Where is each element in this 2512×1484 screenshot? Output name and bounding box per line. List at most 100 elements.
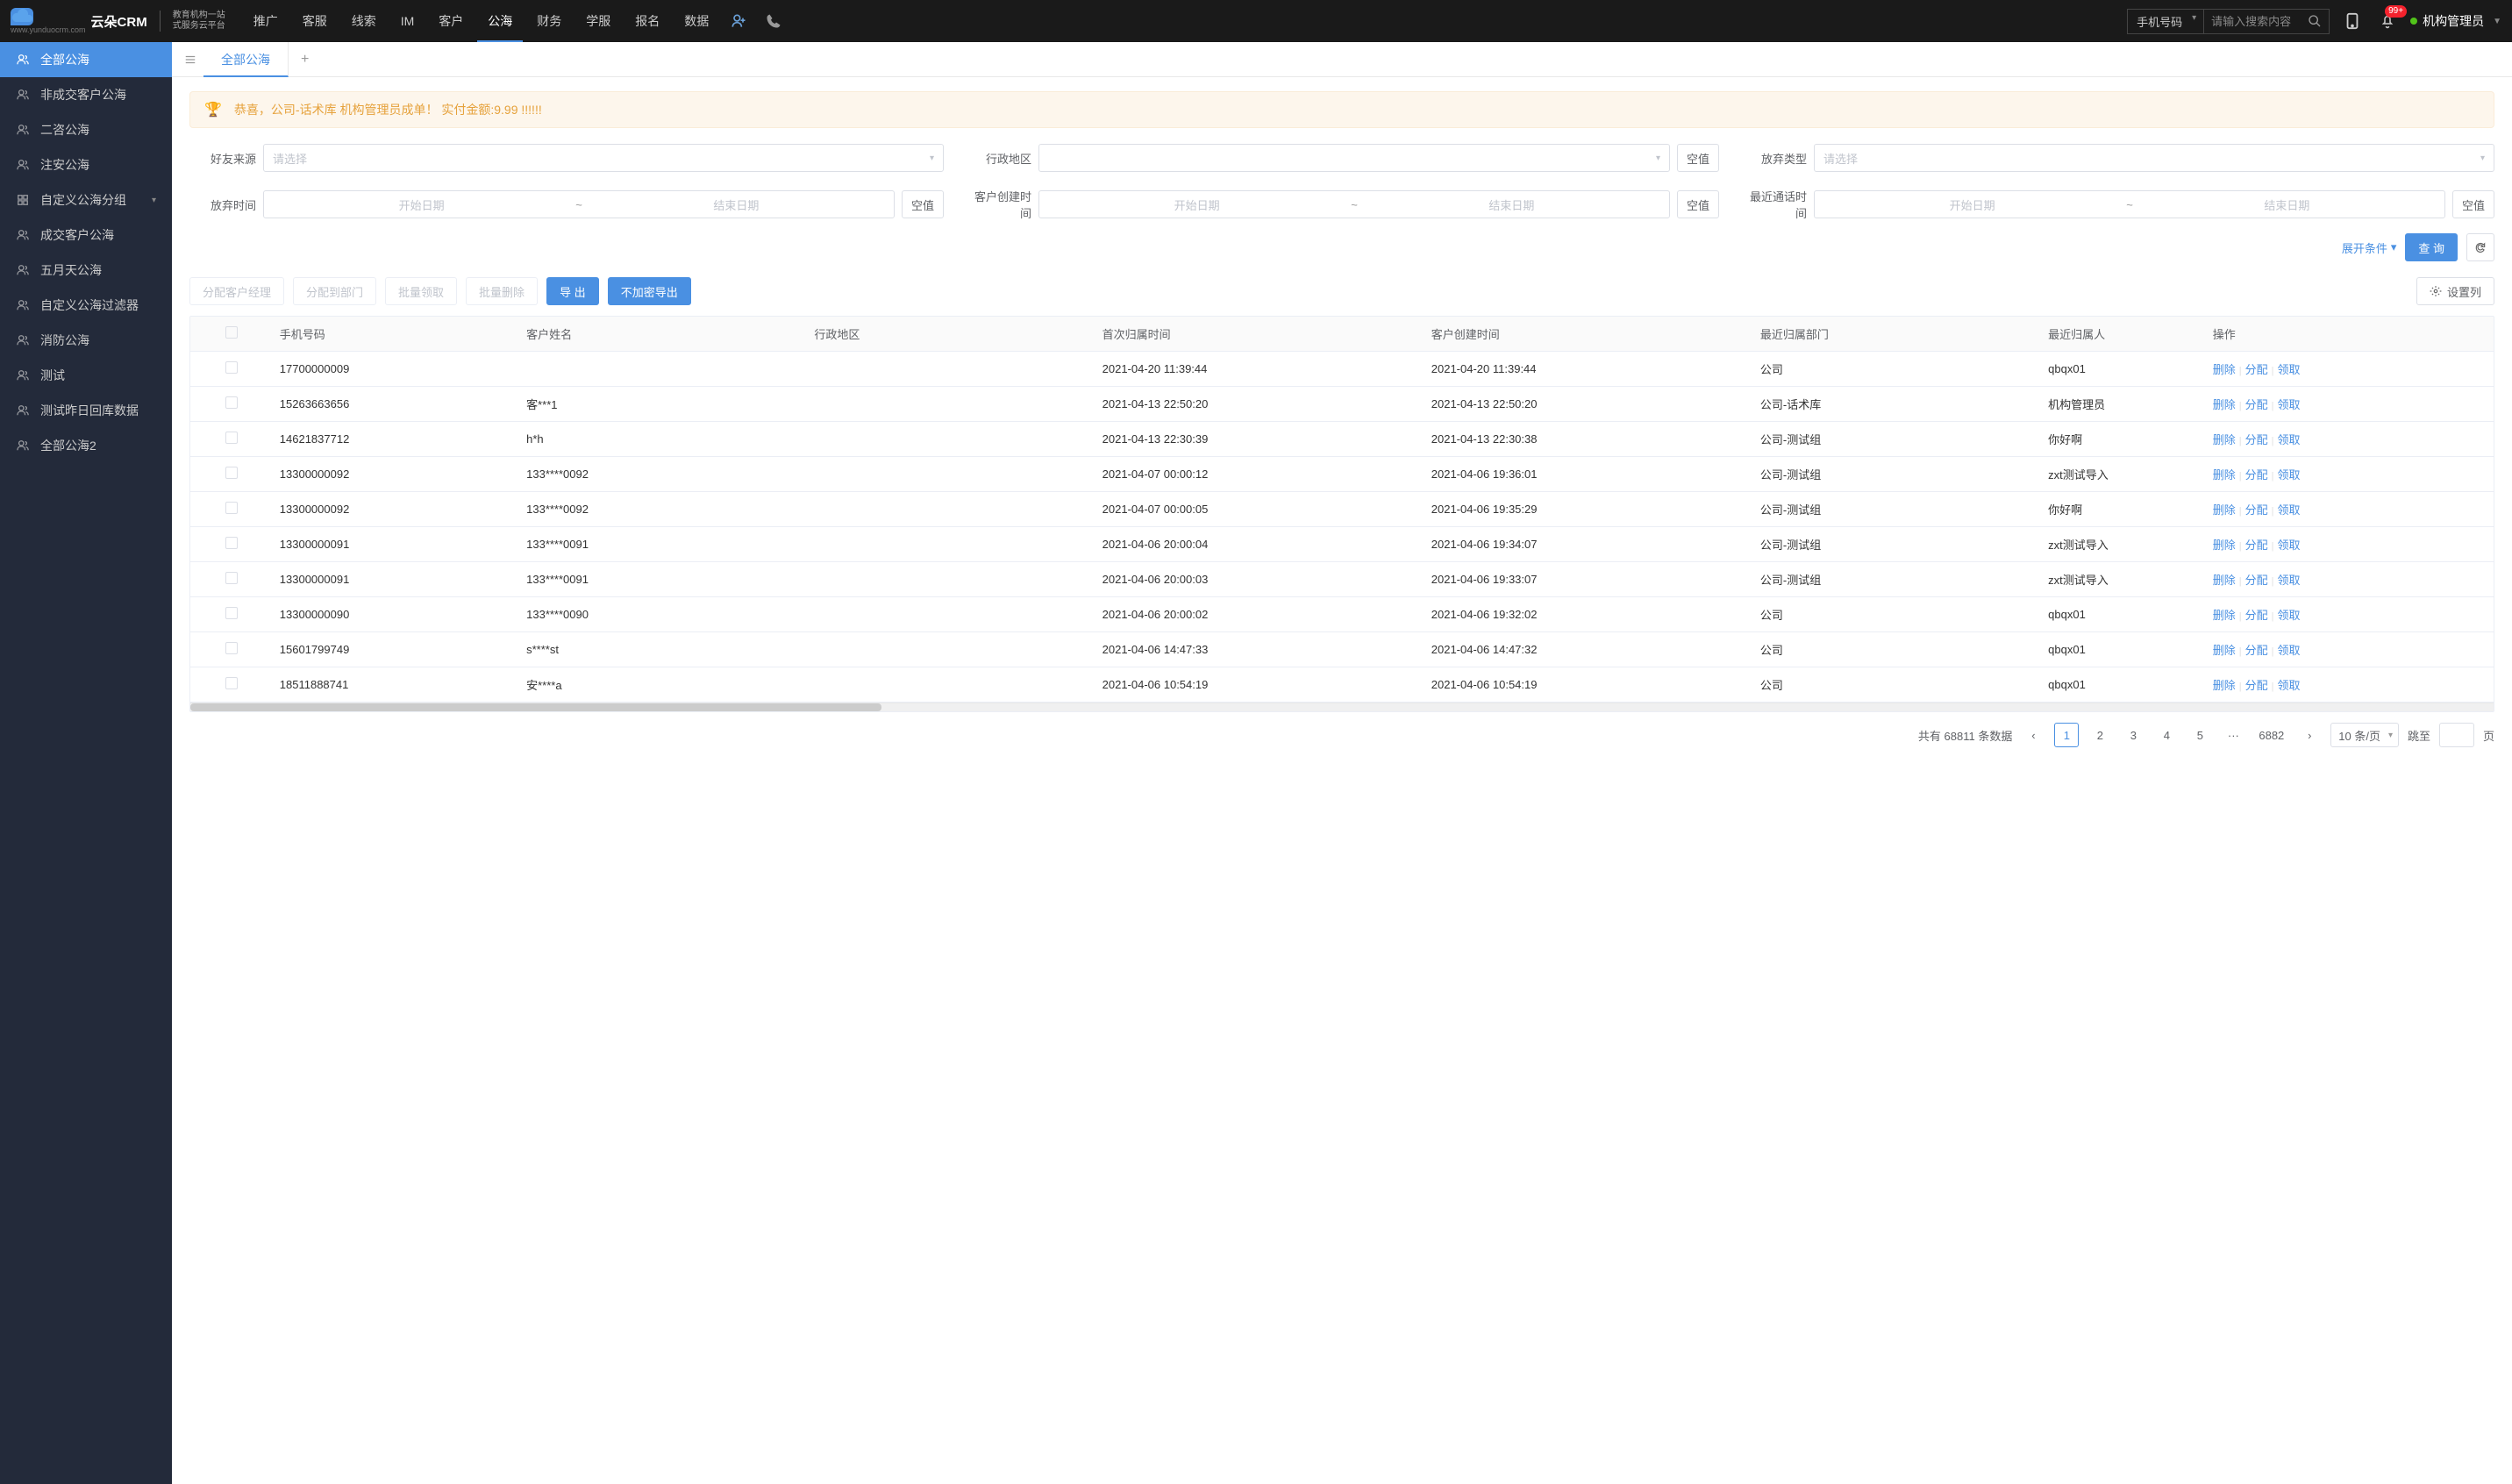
sidebar-item[interactable]: 全部公海2 <box>0 428 172 463</box>
sidebar-item[interactable]: 成交客户公海 <box>0 218 172 253</box>
row-checkbox[interactable] <box>225 537 238 549</box>
assign-link[interactable]: 分配 <box>2245 468 2268 482</box>
assign-link[interactable]: 分配 <box>2245 679 2268 692</box>
last-call-time-range[interactable]: 开始日期~结束日期 <box>1814 190 2445 218</box>
bell-icon[interactable]: 99+ <box>2375 9 2400 33</box>
abandon-time-range[interactable]: 开始日期~结束日期 <box>263 190 895 218</box>
row-checkbox[interactable] <box>225 432 238 444</box>
tab-all-sea[interactable]: 全部公海 <box>203 42 289 77</box>
delete-link[interactable]: 删除 <box>2213 503 2236 517</box>
row-checkbox[interactable] <box>225 572 238 584</box>
page-3[interactable]: 3 <box>2121 723 2145 747</box>
batch-delete-button[interactable]: 批量删除 <box>466 277 538 305</box>
admin-region-select[interactable]: ▾ <box>1038 144 1670 172</box>
topnav-item[interactable]: 线索 <box>341 0 387 42</box>
search-button[interactable] <box>2301 11 2329 32</box>
export-plain-button[interactable]: 不加密导出 <box>608 277 691 305</box>
friend-source-select[interactable]: 请选择▾ <box>263 144 944 172</box>
search-type-select[interactable]: 手机号码 <box>2128 10 2204 33</box>
prev-page-button[interactable]: ‹ <box>2021 723 2045 747</box>
delete-link[interactable]: 删除 <box>2213 574 2236 587</box>
customer-create-null-button[interactable]: 空值 <box>1677 190 1719 218</box>
sidebar-item[interactable]: 消防公海 <box>0 323 172 358</box>
delete-link[interactable]: 删除 <box>2213 679 2236 692</box>
row-checkbox[interactable] <box>225 396 238 409</box>
assign-link[interactable]: 分配 <box>2245 644 2268 657</box>
delete-link[interactable]: 删除 <box>2213 539 2236 552</box>
assign-link[interactable]: 分配 <box>2245 609 2268 622</box>
refresh-button[interactable] <box>2466 233 2494 261</box>
export-button[interactable]: 导 出 <box>546 277 599 305</box>
horizontal-scrollbar[interactable] <box>190 703 2494 711</box>
tab-list-icon[interactable] <box>177 54 203 66</box>
topnav-item[interactable]: 数据 <box>674 0 719 42</box>
topnav-item[interactable]: 学服 <box>575 0 621 42</box>
next-page-button[interactable]: › <box>2297 723 2322 747</box>
delete-link[interactable]: 删除 <box>2213 398 2236 411</box>
claim-link[interactable]: 领取 <box>2277 468 2300 482</box>
assign-link[interactable]: 分配 <box>2245 363 2268 376</box>
topnav-item[interactable]: IM <box>390 0 425 42</box>
logo[interactable]: www.yunduocrm.com 云朵CRM 教育机构一站 式服务云平台 <box>11 8 225 34</box>
row-checkbox[interactable] <box>225 502 238 514</box>
sidebar-item[interactable]: 测试 <box>0 358 172 393</box>
row-checkbox[interactable] <box>225 642 238 654</box>
sidebar-item[interactable]: 全部公海 <box>0 42 172 77</box>
claim-link[interactable]: 领取 <box>2277 679 2300 692</box>
page-last[interactable]: 6882 <box>2254 723 2288 747</box>
claim-link[interactable]: 领取 <box>2277 433 2300 446</box>
abandon-type-select[interactable]: 请选择▾ <box>1814 144 2494 172</box>
delete-link[interactable]: 删除 <box>2213 644 2236 657</box>
row-checkbox[interactable] <box>225 677 238 689</box>
row-checkbox[interactable] <box>225 361 238 374</box>
customer-create-time-range[interactable]: 开始日期~结束日期 <box>1038 190 1670 218</box>
batch-claim-button[interactable]: 批量领取 <box>385 277 457 305</box>
page-2[interactable]: 2 <box>2087 723 2112 747</box>
set-columns-button[interactable]: 设置列 <box>2416 277 2494 305</box>
sidebar-item[interactable]: 注安公海 <box>0 147 172 182</box>
assign-manager-button[interactable]: 分配客户经理 <box>189 277 284 305</box>
page-4[interactable]: 4 <box>2154 723 2179 747</box>
claim-link[interactable]: 领取 <box>2277 503 2300 517</box>
sidebar-item[interactable]: 五月天公海 <box>0 253 172 288</box>
topnav-item[interactable]: 客户 <box>428 0 474 42</box>
delete-link[interactable]: 删除 <box>2213 468 2236 482</box>
sidebar-item[interactable]: 自定义公海分组▾ <box>0 182 172 218</box>
row-checkbox[interactable] <box>225 467 238 479</box>
delete-link[interactable]: 删除 <box>2213 363 2236 376</box>
claim-link[interactable]: 领取 <box>2277 539 2300 552</box>
assign-link[interactable]: 分配 <box>2245 503 2268 517</box>
user-menu[interactable]: 机构管理员 ▼ <box>2410 12 2501 30</box>
delete-link[interactable]: 删除 <box>2213 433 2236 446</box>
claim-link[interactable]: 领取 <box>2277 644 2300 657</box>
assign-link[interactable]: 分配 <box>2245 574 2268 587</box>
sidebar-item[interactable]: 测试昨日回库数据 <box>0 393 172 428</box>
assign-link[interactable]: 分配 <box>2245 433 2268 446</box>
phone-icon[interactable] <box>761 9 786 33</box>
claim-link[interactable]: 领取 <box>2277 398 2300 411</box>
assign-link[interactable]: 分配 <box>2245 539 2268 552</box>
topnav-item[interactable]: 推广 <box>243 0 289 42</box>
select-all-checkbox[interactable] <box>225 326 238 339</box>
topnav-item[interactable]: 财务 <box>526 0 572 42</box>
delete-link[interactable]: 删除 <box>2213 609 2236 622</box>
topnav-item[interactable]: 报名 <box>624 0 670 42</box>
expand-filters-link[interactable]: 展开条件▾ <box>2342 239 2397 256</box>
page-size-select[interactable]: 10 条/页 <box>2330 723 2399 747</box>
page-5[interactable]: 5 <box>2187 723 2212 747</box>
row-checkbox[interactable] <box>225 607 238 619</box>
claim-link[interactable]: 领取 <box>2277 363 2300 376</box>
claim-link[interactable]: 领取 <box>2277 609 2300 622</box>
assign-dept-button[interactable]: 分配到部门 <box>293 277 376 305</box>
jump-input[interactable] <box>2439 723 2474 747</box>
query-button[interactable]: 查 询 <box>2405 233 2458 261</box>
assign-link[interactable]: 分配 <box>2245 398 2268 411</box>
admin-region-null-button[interactable]: 空值 <box>1677 144 1719 172</box>
add-tab-button[interactable]: + <box>289 52 321 68</box>
topnav-item[interactable]: 客服 <box>292 0 338 42</box>
sidebar-item[interactable]: 自定义公海过滤器 <box>0 288 172 323</box>
mobile-icon[interactable] <box>2340 9 2365 33</box>
sidebar-item[interactable]: 非成交客户公海 <box>0 77 172 112</box>
claim-link[interactable]: 领取 <box>2277 574 2300 587</box>
abandon-time-null-button[interactable]: 空值 <box>902 190 944 218</box>
